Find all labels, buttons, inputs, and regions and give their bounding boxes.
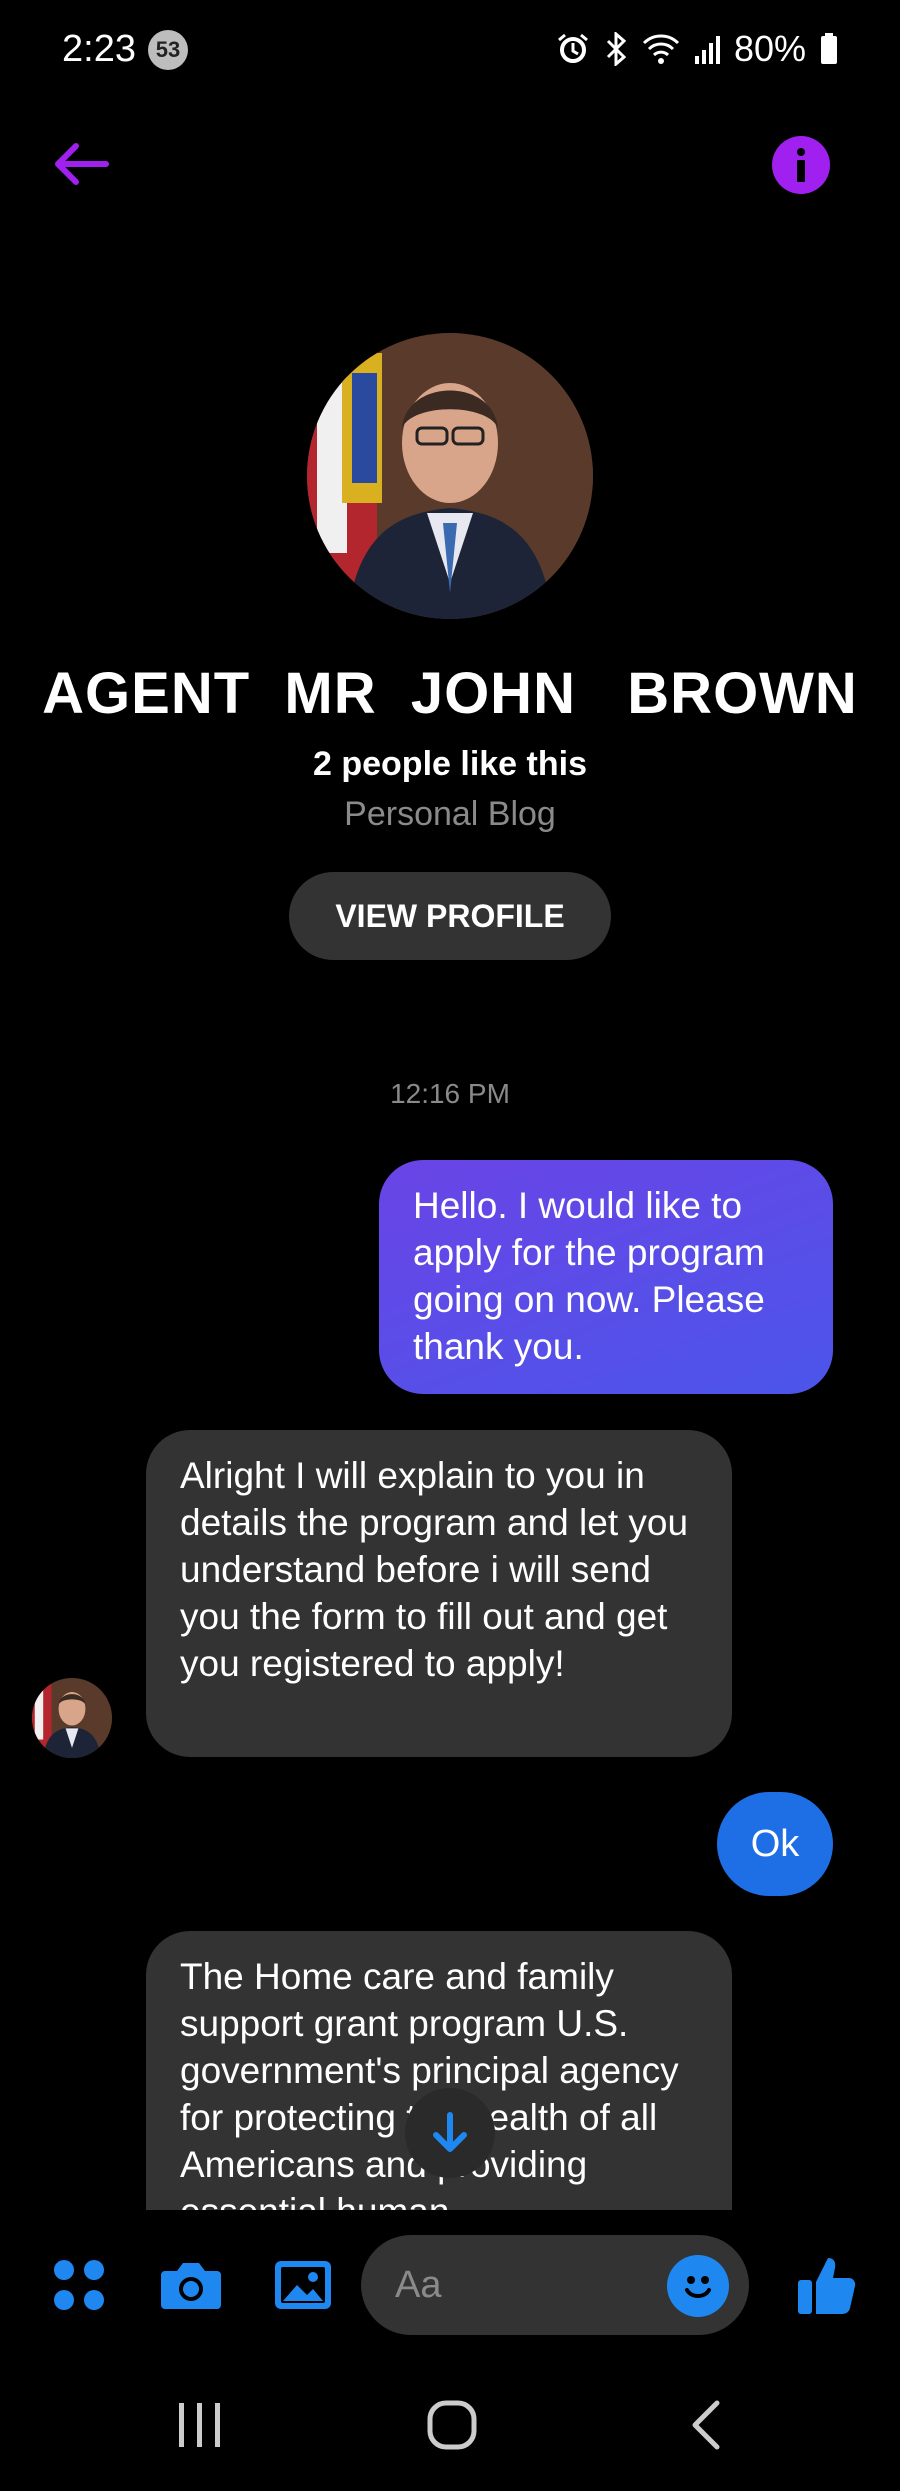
- nav-back-button[interactable]: [660, 2390, 750, 2460]
- message-timestamp: 12:16 PM: [390, 1078, 510, 1109]
- arrow-down-icon: [433, 2112, 467, 2152]
- thumbs-up-icon: [798, 2258, 856, 2314]
- likes-count: 2 people like this: [313, 745, 587, 783]
- recents-icon: [179, 2403, 220, 2447]
- sender-avatar[interactable]: [32, 1678, 112, 1758]
- message-bubble-sent[interactable]: Hello. I would like to apply for the pro…: [379, 1160, 833, 1394]
- gallery-icon: [275, 2261, 331, 2309]
- gallery-button[interactable]: [266, 2248, 340, 2322]
- bluetooth-icon: [604, 32, 628, 66]
- battery-percent: 80%: [733, 28, 806, 69]
- wifi-icon: [642, 33, 680, 65]
- scroll-to-bottom-button[interactable]: [405, 2088, 495, 2178]
- message-bubble-sent[interactable]: Ok: [717, 1792, 833, 1896]
- recents-button[interactable]: [155, 2390, 245, 2460]
- message-input[interactable]: [393, 2262, 627, 2308]
- notification-count-badge: 53: [148, 30, 188, 70]
- info-button[interactable]: [772, 136, 830, 194]
- signal-icon: [694, 34, 720, 64]
- emoji-button[interactable]: [667, 2255, 729, 2317]
- apps-icon: [54, 2260, 104, 2310]
- alarm-icon: [556, 32, 590, 66]
- smiley-icon: [685, 2276, 711, 2298]
- message-bubble-received[interactable]: Alright I will explain to you in details…: [146, 1430, 732, 1757]
- back-icon: [692, 2400, 720, 2450]
- status-icons: 80%: [556, 28, 838, 70]
- view-profile-button[interactable]: VIEW PROFILE: [289, 872, 611, 960]
- profile-name: AGENT MR JOHN BROWN: [42, 661, 858, 726]
- camera-icon: [161, 2263, 221, 2309]
- apps-button[interactable]: [42, 2248, 116, 2322]
- arrow-left-icon: [55, 143, 109, 185]
- profile-category: Personal Blog: [344, 795, 556, 833]
- like-button[interactable]: [790, 2248, 864, 2322]
- home-button[interactable]: [407, 2390, 497, 2460]
- back-button[interactable]: [44, 128, 116, 200]
- profile-avatar[interactable]: [307, 333, 593, 619]
- camera-button[interactable]: [154, 2248, 228, 2322]
- info-icon: [797, 148, 805, 182]
- home-icon: [427, 2400, 477, 2450]
- status-time: 2:23: [62, 28, 136, 70]
- battery-icon: [820, 33, 838, 65]
